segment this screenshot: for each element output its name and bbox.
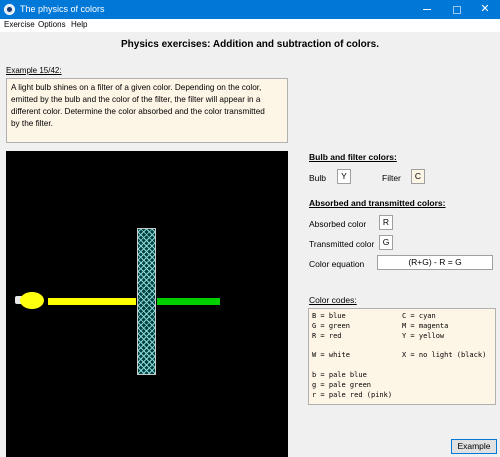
minimize-button[interactable] bbox=[412, 0, 442, 19]
absorbed-transmitted-title: Absorbed and transmitted colors: bbox=[309, 198, 446, 208]
color-code-entry: G = green bbox=[312, 322, 350, 330]
color-code-entry: W = white bbox=[312, 351, 350, 359]
transmitted-color-field[interactable]: G bbox=[379, 235, 393, 250]
color-equation-label: Color equation bbox=[309, 259, 365, 269]
example-button[interactable]: Example bbox=[451, 439, 497, 454]
incoming-light-beam bbox=[48, 298, 136, 305]
question-line: by the filter. bbox=[11, 119, 53, 128]
color-code-entry: Y = yellow bbox=[402, 332, 445, 340]
absorbed-color-label: Absorbed color bbox=[309, 219, 367, 229]
question-line: A light bulb shines on a filter of a giv… bbox=[11, 83, 262, 92]
filter-color-field[interactable]: C bbox=[411, 169, 425, 184]
bulb-label: Bulb bbox=[309, 173, 327, 183]
menu-help[interactable]: Help bbox=[71, 20, 87, 29]
app-icon bbox=[4, 4, 15, 15]
minimize-icon bbox=[423, 9, 431, 10]
color-code-entry: X = no light (black) bbox=[402, 351, 487, 359]
color-codes-box: B = blue C = cyan G = green M = magenta … bbox=[308, 308, 496, 405]
bulb-color-field[interactable]: Y bbox=[337, 169, 351, 184]
question-box: A light bulb shines on a filter of a giv… bbox=[6, 78, 288, 143]
filter-label: Filter bbox=[382, 173, 401, 183]
color-code-entry: B = blue bbox=[312, 312, 346, 320]
color-code-entry: C = cyan bbox=[402, 312, 436, 320]
color-code-entry: b = pale blue bbox=[312, 371, 367, 379]
color-filter bbox=[137, 228, 156, 375]
close-button[interactable]: ✕ bbox=[470, 0, 500, 19]
window-title: The physics of colors bbox=[20, 4, 105, 14]
light-bulb bbox=[20, 292, 44, 309]
close-icon: ✕ bbox=[480, 3, 490, 15]
color-equation-field[interactable]: (R+G) - R = G bbox=[377, 255, 493, 270]
question-line: different color. Determine the color abs… bbox=[11, 107, 265, 116]
title-bar: The physics of colors ✕ bbox=[0, 0, 500, 19]
color-code-entry: g = pale green bbox=[312, 381, 372, 389]
example-label: Example 15/42: bbox=[6, 66, 62, 75]
color-code-entry: r = pale red (pink) bbox=[312, 391, 393, 399]
color-codes-label: Color codes: bbox=[309, 295, 357, 305]
maximize-button[interactable] bbox=[442, 0, 472, 19]
color-code-entry: R = red bbox=[312, 332, 342, 340]
absorbed-color-field[interactable]: R bbox=[379, 215, 393, 230]
page-title: Physics exercises: Addition and subtract… bbox=[120, 39, 380, 50]
question-line: emitted by the bulb and the color of the… bbox=[11, 95, 261, 104]
maximize-icon bbox=[453, 5, 461, 14]
transmitted-color-label: Transmitted color bbox=[309, 239, 375, 249]
menu-options[interactable]: Options bbox=[38, 20, 66, 29]
menu-bar: Exercise Options Help bbox=[0, 19, 500, 32]
simulation-canvas bbox=[6, 151, 288, 457]
bulb-filter-title: Bulb and filter colors: bbox=[309, 152, 397, 162]
transmitted-light-beam bbox=[157, 298, 220, 305]
menu-exercise[interactable]: Exercise bbox=[4, 20, 35, 29]
color-code-entry: M = magenta bbox=[402, 322, 449, 330]
